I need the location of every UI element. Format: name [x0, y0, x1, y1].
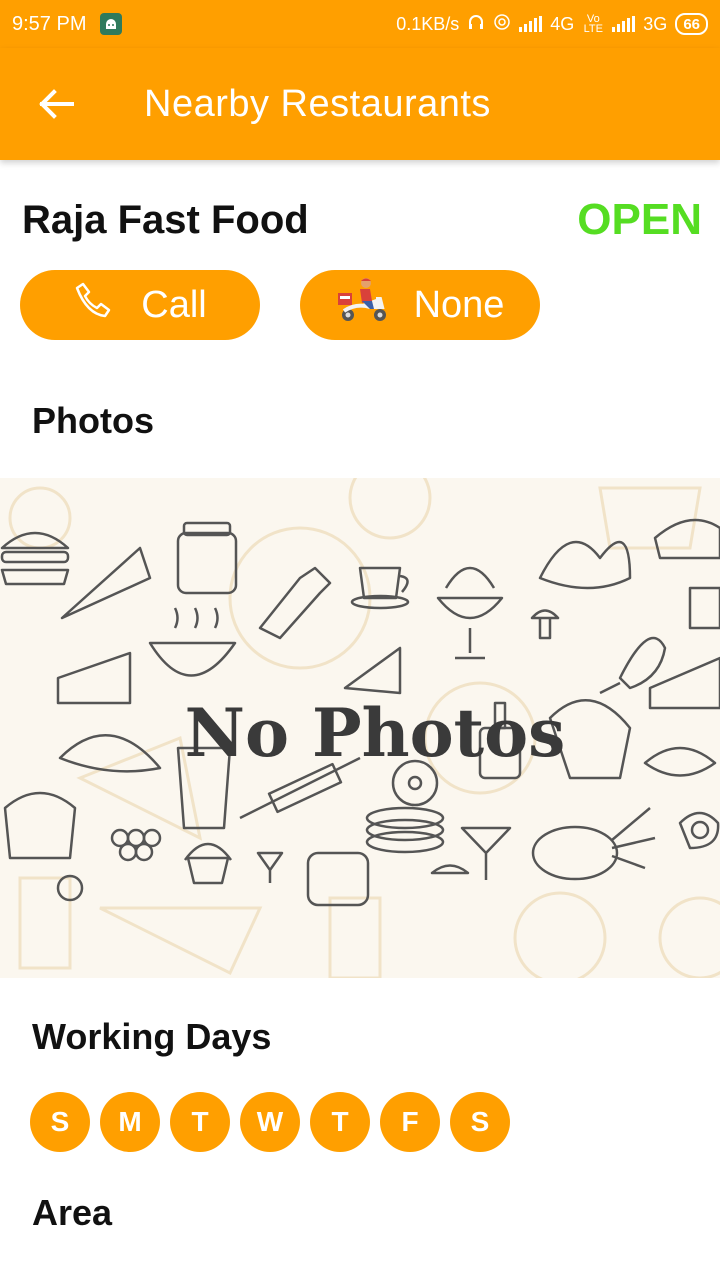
- network-type-2: 3G: [643, 13, 668, 34]
- phone-icon: [73, 282, 117, 328]
- battery-icon: 66: [675, 13, 708, 35]
- day-friday: F: [380, 1092, 440, 1152]
- day-saturday: S: [450, 1092, 510, 1152]
- status-bar: 9:57 PM 0.1KB/s 4G Vo LTE 3G 66: [0, 0, 720, 48]
- photos-placeholder: No Photos: [0, 478, 720, 978]
- signal-icon: [519, 16, 543, 32]
- delivery-button[interactable]: None: [300, 270, 540, 340]
- call-button[interactable]: Call: [20, 270, 260, 340]
- net-speed: 0.1KB/s: [396, 13, 460, 34]
- arrow-left-icon[interactable]: [28, 76, 84, 132]
- app-bar: Nearby Restaurants: [0, 48, 720, 160]
- open-status-badge: OPEN: [577, 195, 702, 244]
- call-button-label: Call: [141, 283, 207, 326]
- day-monday: M: [100, 1092, 160, 1152]
- hotspot-icon: [493, 13, 511, 36]
- working-days-title: Working Days: [32, 1016, 272, 1057]
- photos-section-title: Photos: [32, 400, 154, 441]
- no-photos-text: No Photos: [184, 694, 566, 772]
- restaurant-header: Raja Fast Food OPEN: [22, 190, 702, 250]
- network-type-1: 4G: [550, 13, 575, 34]
- day-thursday: T: [310, 1092, 370, 1152]
- day-sunday: S: [30, 1092, 90, 1152]
- status-indicators: 0.1KB/s 4G Vo LTE 3G 66: [396, 13, 708, 36]
- status-time: 9:57 PM: [12, 12, 87, 35]
- day-tuesday: T: [170, 1092, 230, 1152]
- area-section-title: Area: [32, 1192, 113, 1233]
- day-wednesday: W: [240, 1092, 300, 1152]
- android-notification-icon: [100, 13, 123, 35]
- signal-icon-2: [612, 16, 636, 32]
- headphones-icon: [467, 13, 485, 36]
- delivery-scooter-icon: [336, 277, 390, 333]
- restaurant-name: Raja Fast Food: [22, 197, 309, 242]
- delivery-button-label: None: [413, 283, 505, 326]
- working-days-list: S M T W T F S: [30, 1092, 510, 1152]
- battery-level: 66: [683, 15, 700, 33]
- page-title: Nearby Restaurants: [144, 82, 491, 125]
- volte-badge: Vo LTE: [583, 13, 603, 35]
